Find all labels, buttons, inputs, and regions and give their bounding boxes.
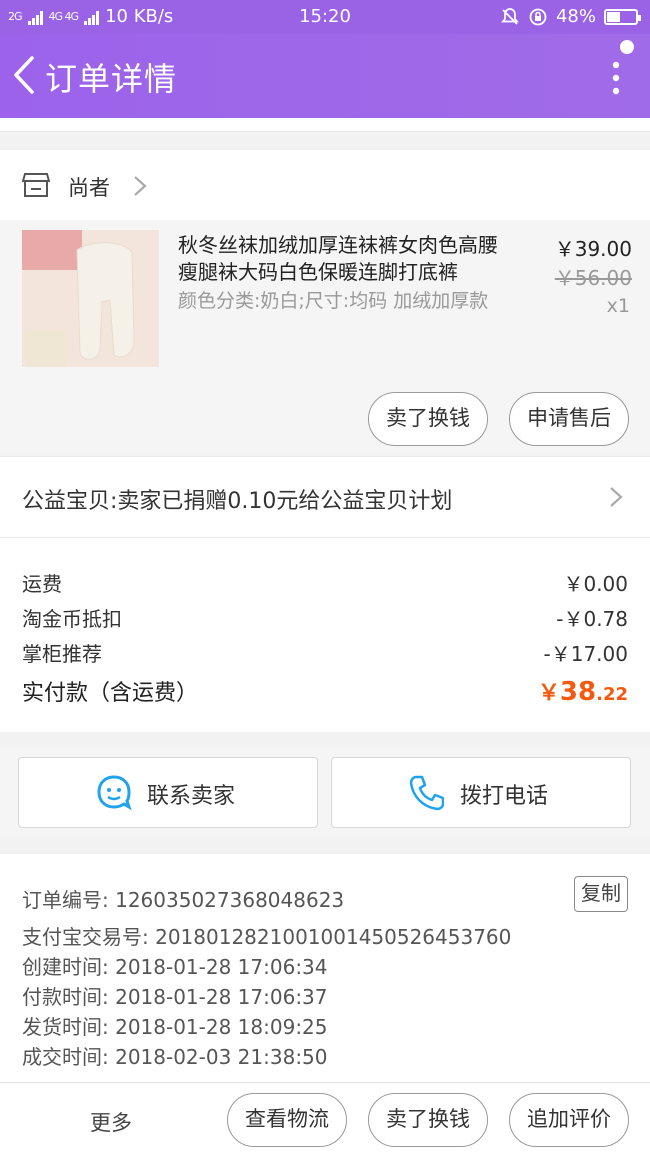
page-title: 订单详情 — [45, 60, 178, 98]
phone-icon — [409, 775, 444, 811]
shop-name[interactable]: 尚者 — [68, 172, 110, 202]
original-price: ￥56.00 — [554, 266, 632, 290]
status-bar: 2G 4G 4G 10 KB/s 15:20 48% — [0, 0, 650, 34]
cost-label: 运费 — [22, 572, 62, 596]
order-number: 订单编号: 126035027368048623 — [22, 888, 345, 912]
cost-value: -￥0.78 — [556, 607, 628, 631]
created-time: 创建时间: 2018-01-28 17:06:34 — [22, 955, 328, 979]
nav-header: 订单详情 — [0, 34, 650, 118]
rotation-lock-icon — [529, 8, 547, 25]
contact-bar: 联系卖家 拨打电话 — [0, 746, 650, 838]
chevron-right-icon — [610, 487, 623, 507]
total-value: ￥38.22 — [538, 675, 628, 707]
charity-text: 公益宝贝:卖家已捐赠0.10元给公益宝贝计划 — [22, 489, 453, 514]
status-right: 48% — [500, 6, 641, 27]
product-sku: 颜色分类:奶白;尺寸:均码 加绒加厚款 — [178, 290, 489, 312]
chevron-right-icon — [134, 176, 147, 196]
total-row: 实付款（含运费） ￥38.22 — [22, 675, 628, 707]
charity-row[interactable]: 公益宝贝:卖家已捐赠0.10元给公益宝贝计划 — [0, 456, 650, 538]
total-integer: 38 — [559, 677, 597, 707]
battery-icon — [604, 8, 641, 25]
quantity: x1 — [606, 295, 630, 317]
call-label: 拨打电话 — [460, 784, 549, 809]
contact-seller-button[interactable]: 联系卖家 — [18, 757, 318, 828]
cost-value: -￥17.00 — [543, 642, 628, 666]
shipped-time: 发货时间: 2018-01-28 18:09:25 — [22, 1015, 328, 1039]
mute-bell-icon — [501, 7, 519, 25]
product-price: ￥39.00 — [554, 237, 632, 261]
resell-button[interactable]: 卖了换钱 — [368, 1093, 488, 1147]
back-arrow-icon[interactable] — [8, 52, 42, 98]
after-sale-button[interactable]: 申请售后 — [509, 392, 629, 446]
cost-label: 掌柜推荐 — [22, 642, 102, 666]
more-menu-icon[interactable] — [610, 60, 622, 96]
chat-face-icon — [97, 775, 132, 811]
product-image[interactable] — [22, 230, 159, 367]
total-decimal: .22 — [596, 684, 628, 705]
shop-icon — [22, 173, 50, 197]
order-item[interactable]: 秋冬丝袜加绒加厚连袜裤女肉色高腰瘦腿袜大码白色保暖连脚打底裤 颜色分类:奶白;尺… — [0, 220, 650, 454]
more-button[interactable]: 更多 — [90, 1107, 132, 1137]
add-review-button[interactable]: 追加评价 — [509, 1093, 629, 1147]
call-button[interactable]: 拨打电话 — [331, 757, 631, 828]
cost-row: 淘金币抵扣 -￥0.78 — [22, 603, 628, 632]
shop-row[interactable]: 尚者 — [0, 150, 650, 220]
view-logistics-button[interactable]: 查看物流 — [227, 1093, 347, 1147]
cost-row: 运费 ￥0.00 — [22, 568, 628, 597]
alipay-number: 支付宝交易号: 2018012821001001450526453760 — [22, 925, 512, 949]
product-title[interactable]: 秋冬丝袜加绒加厚连袜裤女肉色高腰瘦腿袜大码白色保暖连脚打底裤 — [178, 232, 513, 286]
cost-summary: 运费 ￥0.00 淘金币抵扣 -￥0.78 掌柜推荐 -￥17.00 实付款（含… — [0, 538, 650, 732]
notification-dot — [620, 40, 634, 54]
total-label: 实付款（含运费） — [22, 681, 199, 706]
cost-value: ￥0.00 — [563, 572, 628, 596]
currency-symbol: ￥ — [537, 681, 560, 706]
battery-percent: 48% — [555, 6, 596, 27]
completed-time: 成交时间: 2018-02-03 21:38:50 — [22, 1045, 328, 1069]
copy-button[interactable]: 复制 — [574, 876, 628, 912]
bottom-action-bar: 更多 查看物流 卖了换钱 追加评价 — [0, 1082, 650, 1155]
cost-row: 掌柜推荐 -￥17.00 — [22, 638, 628, 667]
cost-label: 淘金币抵扣 — [22, 607, 122, 631]
top-divider — [0, 118, 650, 132]
paid-time: 付款时间: 2018-01-28 17:06:37 — [22, 985, 328, 1009]
resell-button[interactable]: 卖了换钱 — [368, 392, 488, 446]
contact-seller-label: 联系卖家 — [147, 784, 236, 809]
order-info: 订单编号: 126035027368048623 复制 支付宝交易号: 2018… — [0, 854, 650, 1082]
